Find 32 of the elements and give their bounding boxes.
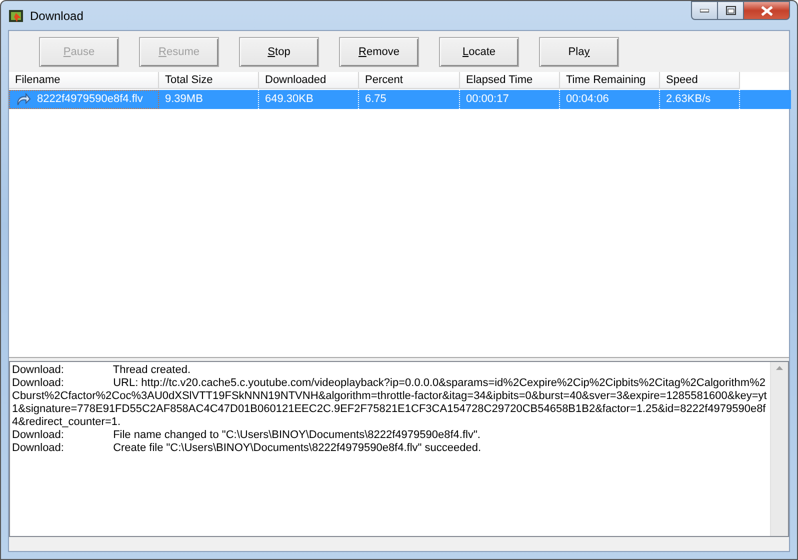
film-app-icon: [8, 8, 24, 24]
minimize-icon: [700, 8, 709, 12]
close-button[interactable]: [744, 1, 790, 20]
log-entry: Download: URL: http://tc.v20.cache5.c.youtube.com/videoplayback?ip=0.0.0.0&sparams=id%2Cexpire%2Cip%2Cipbits%2Citag%2Calgorithm%2Cburst%2Cfactor%2Coc%3AU0dXSlVTT19FSkNNN19NTVNH&algorithm=throttle-factor&itag=34&ipbits=0&burst=40&sver=3&expire=1285581600&key=yt1&signature=778E91FD55C2AF858AC4C47D01B060121EEC2C.9EF2F75821E1CF3CA154728C29720CB54658B1B2&factor=1.25&id=8222f4979590e8f4&redirect_counter=1.: [12, 377, 768, 429]
curved-arrow-icon: [15, 92, 31, 106]
table-cell-text: 2.63KB/s: [666, 92, 711, 107]
maximize-button[interactable]: [718, 1, 744, 20]
column-header[interactable]: Downloaded: [259, 72, 359, 89]
window-title: Download: [30, 8, 84, 22]
maximize-icon: [726, 6, 736, 15]
table-cell-text: 8222f4979590e8f4.flv: [37, 92, 143, 107]
toolbar-button[interactable]: Play: [539, 37, 619, 67]
column-header[interactable]: Time Remaining: [560, 72, 660, 89]
toolbar-button[interactable]: Remove: [339, 37, 419, 67]
column-header[interactable]: Filename: [9, 72, 159, 89]
log-entry: Download: File name changed to "C:\Users\BINOY\Documents\8222f4979590e8f4.flv".: [12, 429, 482, 442]
log-entry: Download: Create file "C:\Users\BINOY\Documents\8222f4979590e8f4.flv" succeeded.: [12, 442, 482, 455]
column-header[interactable]: Percent: [359, 72, 460, 89]
column-header[interactable]: Elapsed Time: [460, 72, 560, 89]
column-header[interactable]: Total Size: [159, 72, 259, 89]
column-header[interactable]: Speed: [660, 72, 740, 89]
toolbar-button[interactable]: Stop: [239, 37, 319, 67]
close-icon: [760, 6, 772, 16]
table-cell-text: 9.39MB: [165, 92, 203, 107]
table-cell-text: 00:04:06: [566, 92, 609, 107]
vertical-scrollbar[interactable]: [770, 362, 788, 536]
table-cell-text: 6.75: [365, 92, 386, 107]
table-cell-text: 649.30KB: [265, 92, 314, 107]
minimize-button[interactable]: [691, 1, 718, 20]
log-entry: Download: Thread created.: [12, 364, 192, 377]
toolbar-button[interactable]: Locate: [439, 37, 519, 67]
table-cell-text: 00:00:17: [466, 92, 509, 107]
